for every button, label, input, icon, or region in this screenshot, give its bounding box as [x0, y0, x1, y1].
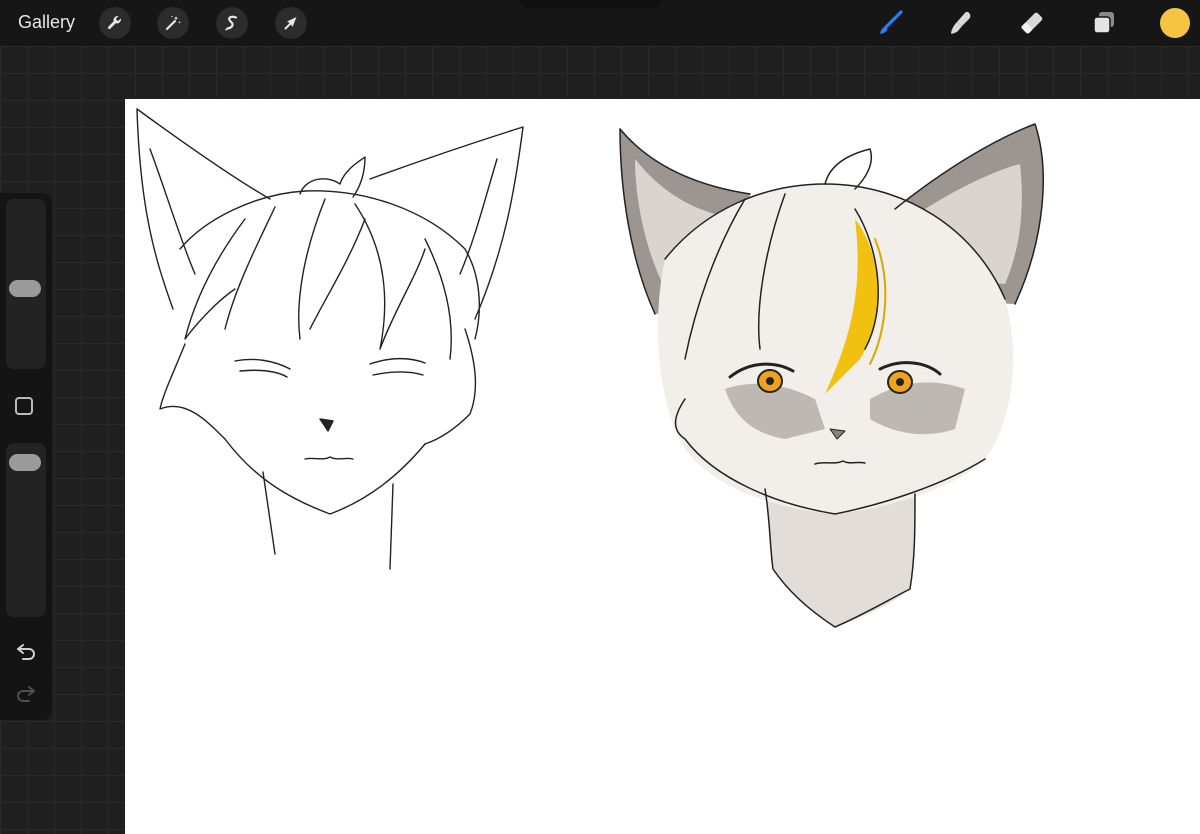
- brush-tool-button[interactable]: [874, 6, 908, 40]
- opacity-slider[interactable]: [6, 443, 46, 617]
- top-toolbar: Gallery: [0, 0, 1200, 46]
- arrow-cursor-icon: [284, 17, 297, 30]
- left-sidebar: [0, 193, 52, 720]
- gallery-button[interactable]: Gallery: [18, 11, 75, 33]
- undo-icon: [17, 644, 35, 660]
- selection-button[interactable]: [216, 7, 248, 39]
- artwork-layer: [136, 108, 1044, 628]
- actions-button[interactable]: [99, 7, 131, 39]
- redo-button[interactable]: [14, 681, 38, 705]
- colored-cat-boy: [619, 123, 1044, 628]
- brush-size-slider[interactable]: [6, 199, 46, 369]
- square-modifier-icon[interactable]: [15, 397, 33, 415]
- undo-button[interactable]: [14, 639, 38, 663]
- smudge-icon: [951, 11, 971, 34]
- magic-wand-icon: [165, 15, 181, 31]
- transform-button[interactable]: [275, 7, 307, 39]
- adjustments-button[interactable]: [157, 7, 189, 39]
- eraser-tool-button[interactable]: [1015, 6, 1049, 40]
- opacity-thumb[interactable]: [9, 454, 41, 472]
- selection-s-icon: [225, 15, 238, 31]
- color-swatch[interactable]: [1160, 8, 1190, 38]
- drawing-canvas[interactable]: [125, 99, 1200, 834]
- wrench-icon: [107, 16, 121, 30]
- sketch-cat-boy: [136, 108, 524, 570]
- layers-button[interactable]: [1087, 6, 1121, 40]
- redo-icon: [17, 686, 35, 702]
- status-notch: [520, 0, 660, 8]
- layers-icon: [1093, 12, 1114, 34]
- brush-icon: [880, 10, 903, 34]
- brush-size-thumb[interactable]: [9, 279, 41, 297]
- eraser-icon: [1021, 12, 1043, 34]
- smudge-tool-button[interactable]: [944, 6, 978, 40]
